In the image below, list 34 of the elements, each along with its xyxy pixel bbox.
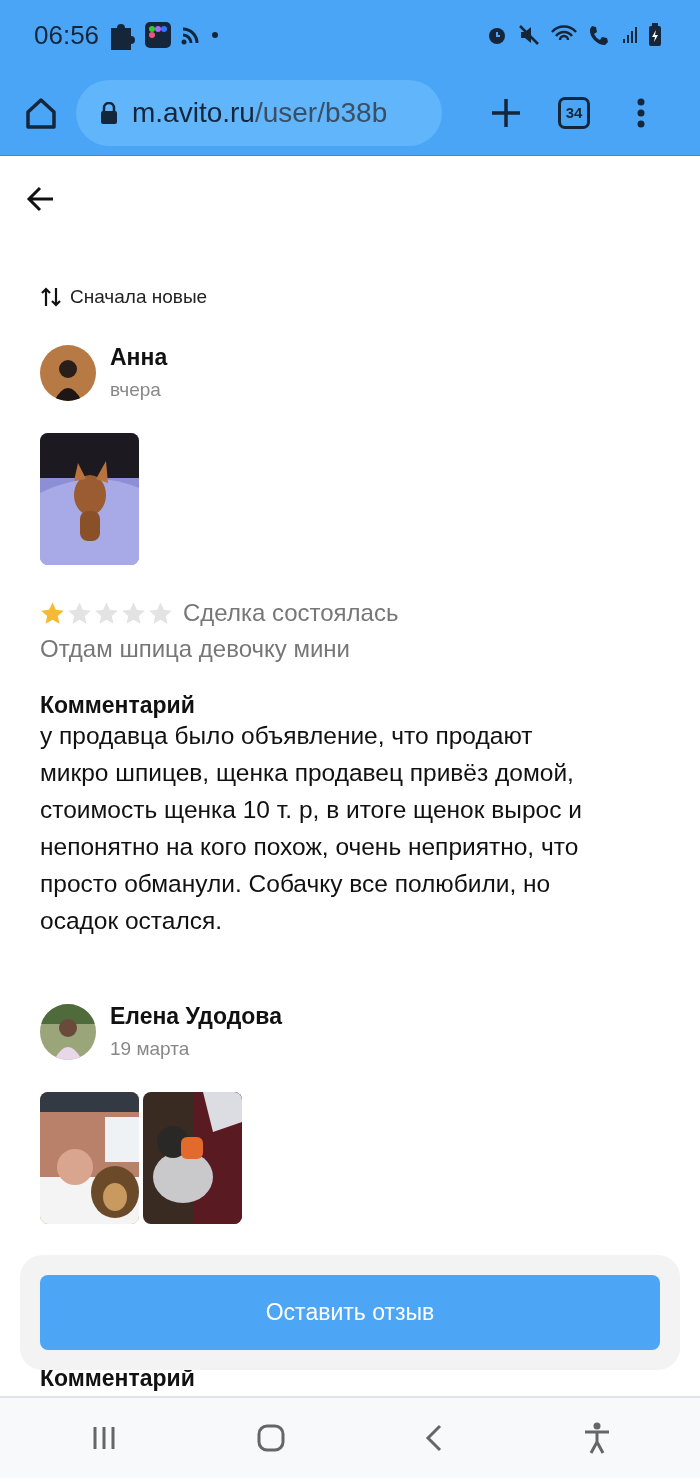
deal-status: Сделка состоялась xyxy=(183,599,399,627)
comment-heading: Комментарий xyxy=(40,1366,196,1391)
tab-count-button[interactable]: 34 xyxy=(558,96,590,129)
star-icon xyxy=(94,600,119,626)
battery-icon xyxy=(648,23,662,47)
clock-time: 06:56 xyxy=(34,19,100,51)
sort-icon xyxy=(40,286,62,308)
star-icon xyxy=(121,600,146,626)
app-folder-icon xyxy=(145,22,172,48)
avatar[interactable] xyxy=(40,1003,96,1060)
home-icon[interactable] xyxy=(24,95,58,130)
signal-icon xyxy=(622,25,638,45)
menu-icon[interactable] xyxy=(636,97,646,128)
star-icon xyxy=(148,600,173,626)
dot-icon xyxy=(211,31,220,39)
url-text: m.avito.ru/user/b38b xyxy=(132,96,388,129)
author-name: Анна xyxy=(110,344,168,371)
address-bar[interactable]: m.avito.ru/user/b38b xyxy=(76,79,442,146)
review-date: 19 марта xyxy=(110,1038,191,1061)
comment-heading: Комментарий xyxy=(40,693,196,718)
star-icon xyxy=(67,600,92,626)
author-name: Елена Удодова xyxy=(110,1003,282,1031)
item-title: Отдам шпица девочку мини xyxy=(40,635,351,663)
sort-button[interactable]: Сначала новые xyxy=(40,286,208,308)
comment-text: у продавца было объявление, что продают микро шпицев, щенка продавец привёз домой, стоимость щенка 10 т. р, в итоге щенок вырос и непонятно на кого похож, очень неприятно, что просто обманули. Собачку все полюбили, но осадок остался. xyxy=(40,721,583,937)
mute-icon xyxy=(518,24,540,46)
back-icon[interactable] xyxy=(26,184,56,214)
home-button-icon[interactable] xyxy=(256,1424,285,1452)
star-icon xyxy=(40,600,65,626)
back-nav-icon[interactable] xyxy=(423,1424,444,1452)
accessibility-icon[interactable] xyxy=(582,1422,611,1454)
lock-icon xyxy=(100,101,118,124)
review-date: вчера xyxy=(110,379,162,401)
new-tab-icon[interactable] xyxy=(490,96,522,129)
